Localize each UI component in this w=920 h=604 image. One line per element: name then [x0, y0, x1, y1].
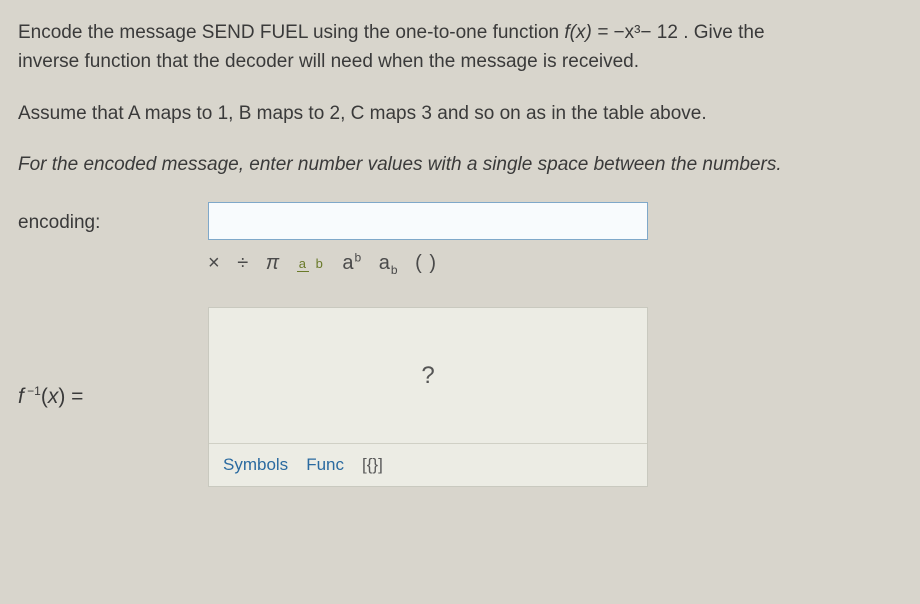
instruction-text: For the encoded message, enter number va…: [18, 150, 902, 179]
encoding-input[interactable]: [208, 202, 648, 240]
divide-symbol[interactable]: ÷: [237, 248, 249, 279]
encoding-row: encoding: × ÷ π a b ab ab ( ): [18, 202, 902, 280]
fraction-top: a: [297, 256, 309, 272]
prompt-part-1: Encode the message SEND FUEL using the o…: [18, 22, 564, 43]
f-inverse-label: f −1(x) =: [18, 385, 83, 408]
fraction-symbol[interactable]: a b: [297, 257, 326, 270]
fraction-bottom: b: [314, 256, 326, 271]
pi-symbol[interactable]: π: [266, 248, 280, 279]
inverse-row: f −1(x) = ? Symbols Func [{}]: [18, 307, 902, 487]
tab-func[interactable]: Func: [306, 452, 344, 478]
prompt-part-1b: . Give the: [683, 22, 764, 43]
assumption-text: Assume that A maps to 1, B maps to 2, C …: [18, 99, 902, 128]
tab-symbols[interactable]: Symbols: [223, 452, 288, 478]
problem-statement: Encode the message SEND FUEL using the o…: [18, 18, 902, 180]
prompt-line-2: inverse function that the decoder will n…: [18, 51, 639, 72]
times-symbol[interactable]: ×: [208, 248, 221, 279]
editor-tabbar: Symbols Func [{}]: [209, 443, 647, 486]
inverse-input-box[interactable]: ? Symbols Func [{}]: [208, 307, 648, 487]
paren-symbol[interactable]: ( ): [415, 248, 437, 279]
symbol-palette: × ÷ π a b ab ab ( ): [208, 248, 902, 280]
superscript-symbol[interactable]: ab: [342, 248, 362, 279]
tab-sets[interactable]: [{}]: [362, 452, 383, 478]
inverse-placeholder: ?: [209, 308, 647, 443]
encoding-label: encoding:: [18, 212, 100, 233]
function-lhs: f(x) =: [564, 22, 608, 43]
subscript-symbol[interactable]: ab: [379, 248, 399, 280]
function-rhs: −x³− 12: [613, 22, 677, 43]
